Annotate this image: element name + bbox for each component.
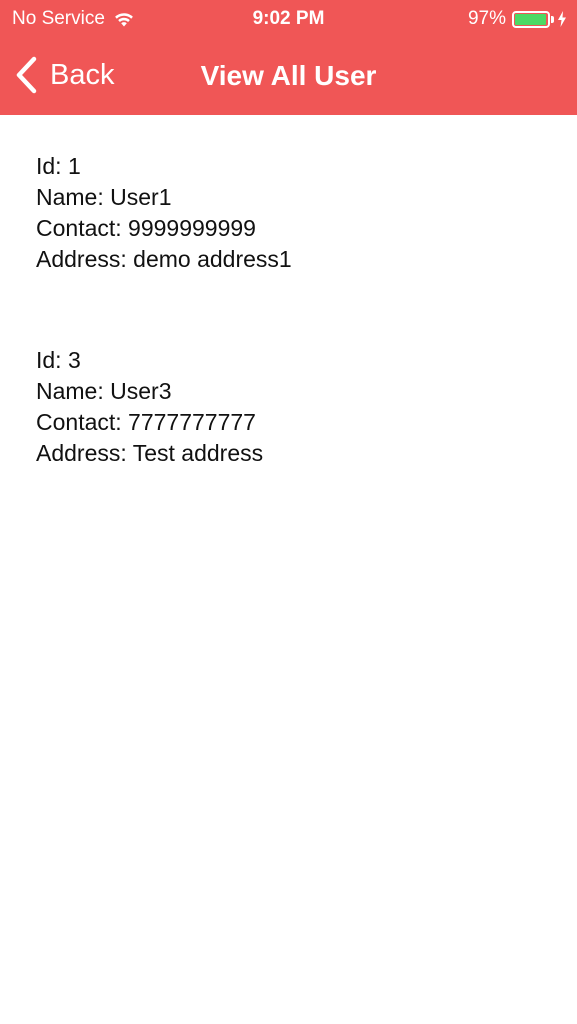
user-contact: Contact: 9999999999	[36, 215, 256, 241]
page-title: View All User	[200, 60, 377, 91]
battery-area: 97%	[468, 8, 567, 30]
user-id: Id: 3	[36, 347, 81, 373]
user-contact: Contact: 7777777777	[36, 409, 256, 435]
charging-bolt-icon	[558, 11, 566, 27]
user-list: Id: 1 Name: User1 Contact: 9999999999 Ad…	[0, 115, 577, 1024]
battery-level-fill	[515, 13, 547, 25]
user-card: Id: 3 Name: User3 Contact: 7777777777 Ad…	[36, 345, 263, 469]
battery-tip	[551, 15, 554, 23]
user-name: Name: User1	[36, 184, 172, 210]
user-name: Name: User3	[36, 378, 172, 404]
status-bar: No Service 9:02 PM 97%	[0, 0, 577, 38]
user-id: Id: 1	[36, 153, 81, 179]
battery-percent: 97%	[467, 8, 506, 29]
user-card: Id: 1 Name: User1 Contact: 9999999999 Ad…	[36, 151, 292, 275]
user-address: Address: demo address1	[36, 246, 292, 272]
app-header: No Service 9:02 PM 97% Back View All Use…	[0, 0, 577, 115]
battery-icon	[512, 10, 550, 28]
user-address: Address: Test address	[36, 440, 264, 466]
navigation-bar: Back View All User	[0, 38, 577, 115]
